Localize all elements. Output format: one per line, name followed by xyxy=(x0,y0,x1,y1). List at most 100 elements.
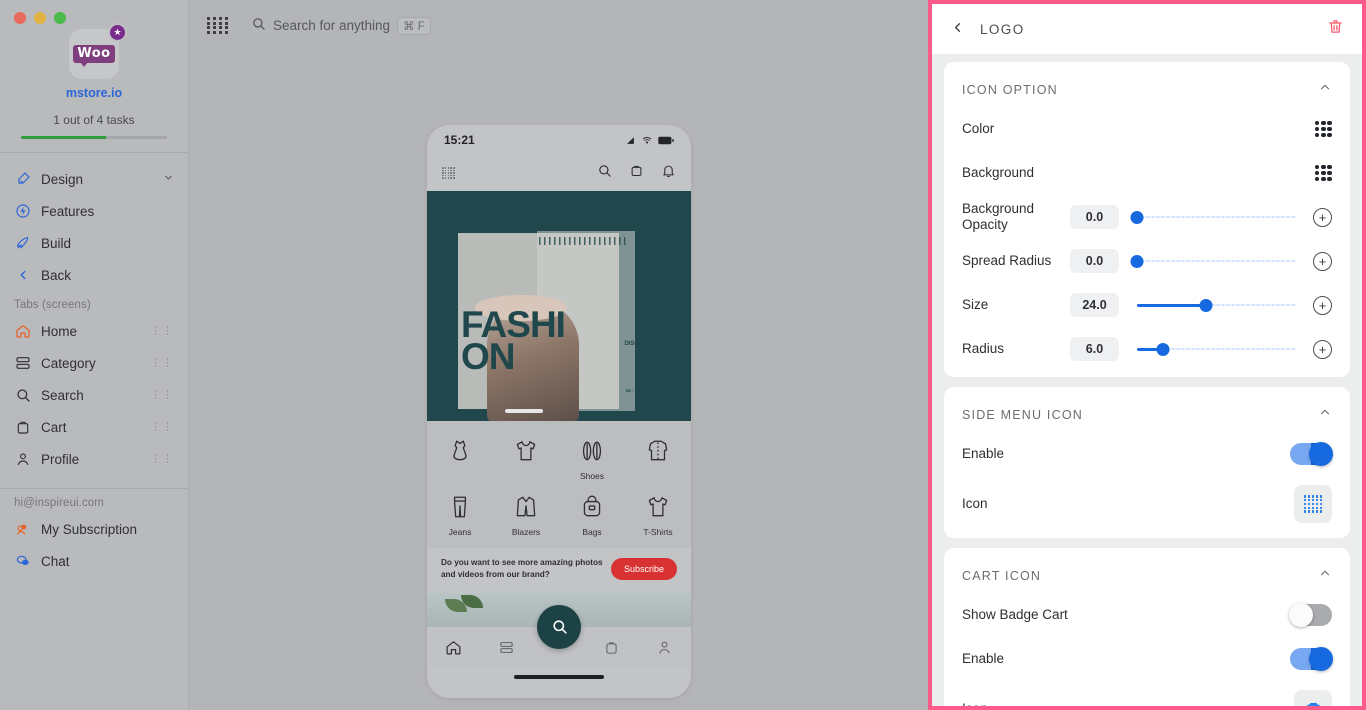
color-flower-icon[interactable] xyxy=(1315,121,1332,138)
category-item-blazers[interactable]: Blazers xyxy=(493,490,559,546)
row-label: Background Opacity xyxy=(962,201,1070,234)
phone-tab-cart[interactable] xyxy=(585,639,638,656)
sidebar-item-build[interactable]: Build xyxy=(0,227,188,259)
color-flower-icon[interactable] xyxy=(1315,165,1332,182)
value-input[interactable]: 6.0 xyxy=(1070,337,1119,361)
phone-preview: 15:21 xyxy=(427,125,691,698)
phone-tab-category[interactable] xyxy=(480,639,533,656)
phone-app-bar xyxy=(427,155,691,191)
section-header[interactable]: ICON OPTION xyxy=(944,66,1350,107)
plus-circle-icon[interactable]: + xyxy=(1313,208,1332,227)
sidebar-item-profile[interactable]: Profile ⋮⋮ xyxy=(0,443,188,475)
subscription-icon xyxy=(14,521,31,537)
slider-thumb[interactable] xyxy=(1199,299,1212,312)
drag-handle-icon[interactable]: ⋮⋮ xyxy=(150,456,174,462)
search-input[interactable]: Search for anything ⌘ F xyxy=(251,16,431,36)
sidebar-item-home[interactable]: Home ⋮⋮ xyxy=(0,315,188,347)
sidebar-item-category[interactable]: Category ⋮⋮ xyxy=(0,347,188,379)
category-item-jeans[interactable]: Jeans xyxy=(427,490,493,546)
chevron-down-icon[interactable] xyxy=(163,172,174,186)
sidebar-item-design[interactable]: Design xyxy=(0,163,188,195)
plus-circle-icon[interactable]: + xyxy=(1313,340,1332,359)
toggle-cart-enable[interactable] xyxy=(1290,648,1332,670)
value-input[interactable]: 24.0 xyxy=(1070,293,1119,317)
sidebar-item-search[interactable]: Search ⋮⋮ xyxy=(0,379,188,411)
toggle-side-menu-enable[interactable] xyxy=(1290,443,1332,465)
row-label: Background xyxy=(962,165,1070,181)
search-fab-icon[interactable] xyxy=(537,605,581,649)
sidebar-item-my-subscription[interactable]: My Subscription xyxy=(0,513,188,545)
hero-indicator xyxy=(505,409,543,413)
minimize-button[interactable] xyxy=(34,12,46,24)
dot-grid-icon xyxy=(1304,495,1323,513)
hero-title: FASHION xyxy=(461,309,565,373)
slider-radius[interactable] xyxy=(1137,340,1297,358)
value-input[interactable]: 0.0 xyxy=(1070,205,1119,229)
drag-handle-icon[interactable]: ⋮⋮ xyxy=(150,424,174,430)
phone-tab-profile[interactable] xyxy=(638,639,691,656)
trash-icon[interactable] xyxy=(1327,18,1344,40)
slider-track xyxy=(1137,260,1297,262)
sidebar-item-cart[interactable]: Cart ⋮⋮ xyxy=(0,411,188,443)
slider-background-opacity[interactable] xyxy=(1137,208,1297,226)
slider-spread-radius[interactable] xyxy=(1137,252,1297,270)
slider-size[interactable] xyxy=(1137,296,1297,314)
app-logo-wrap[interactable]: Woo ★ xyxy=(69,29,119,79)
category-item-dress[interactable] xyxy=(427,434,493,490)
category-item-tshirts[interactable]: T-Shirts xyxy=(625,490,691,546)
sidebar-item-back[interactable]: Back xyxy=(0,259,188,291)
cart-icon[interactable] xyxy=(629,163,644,183)
section-header[interactable]: SIDE MENU ICON xyxy=(944,391,1350,432)
sidebar-item-label: Design xyxy=(41,172,83,187)
search-shortcut-badge: ⌘ F xyxy=(397,17,431,35)
section-icon-option: ICON OPTION Color Background xyxy=(944,62,1350,377)
chevron-up-icon[interactable] xyxy=(1318,80,1332,99)
category-label: T-Shirts xyxy=(625,527,691,537)
plus-circle-icon[interactable]: + xyxy=(1313,252,1332,271)
toggle-show-badge-cart[interactable] xyxy=(1290,604,1332,626)
sidebar-item-label: Home xyxy=(41,324,77,339)
zoom-button[interactable] xyxy=(54,12,66,24)
search-icon xyxy=(251,16,266,36)
hero-discount-text: DISC 30% OFF xyxy=(624,341,666,347)
search-icon[interactable] xyxy=(597,163,612,183)
subscribe-button[interactable]: Subscribe xyxy=(611,558,677,580)
phone-tab-bar xyxy=(427,627,691,669)
chevron-left-icon[interactable] xyxy=(950,20,965,38)
store-name-link[interactable]: mstore.io xyxy=(0,86,188,100)
section-header[interactable]: CART ICON xyxy=(944,552,1350,593)
drag-handle-icon[interactable]: ⋮⋮ xyxy=(150,392,174,398)
chevron-up-icon[interactable] xyxy=(1318,566,1332,585)
phone-tab-home[interactable] xyxy=(427,639,480,656)
row-label: Size xyxy=(962,297,1070,313)
row-label: Icon xyxy=(962,496,1070,512)
slider-thumb[interactable] xyxy=(1131,255,1144,268)
bell-icon[interactable] xyxy=(661,163,676,183)
icon-picker-cart[interactable] xyxy=(1294,690,1332,710)
category-label: Shoes xyxy=(559,471,625,481)
category-item-tshirt[interactable] xyxy=(493,434,559,490)
apps-grid-icon[interactable] xyxy=(207,15,229,37)
row-size: Size 24.0 + xyxy=(944,283,1350,327)
category-item-bags[interactable]: Bags xyxy=(559,490,625,546)
icon-picker-side-menu[interactable] xyxy=(1294,485,1332,523)
wifi-icon xyxy=(641,135,653,145)
logo-dots-icon[interactable] xyxy=(442,167,455,179)
category-item-jacket[interactable] xyxy=(625,434,691,490)
row-label: Radius xyxy=(962,341,1070,357)
slider-thumb[interactable] xyxy=(1156,343,1169,356)
category-item-shoes[interactable]: Shoes xyxy=(559,434,625,490)
hero-banner[interactable]: FASHION SPECIAL OFFER DISC 30% OFF 16 - … xyxy=(427,191,691,421)
sidebar-item-chat[interactable]: Chat xyxy=(0,545,188,577)
close-button[interactable] xyxy=(14,12,26,24)
chevron-up-icon[interactable] xyxy=(1318,405,1332,424)
drag-handle-icon[interactable]: ⋮⋮ xyxy=(150,360,174,366)
value-input[interactable]: 0.0 xyxy=(1070,249,1119,273)
category-row-1: Shoes xyxy=(427,434,691,490)
home-indicator-bar xyxy=(514,675,604,679)
pro-star-badge: ★ xyxy=(108,23,127,42)
plus-circle-icon[interactable]: + xyxy=(1313,296,1332,315)
drag-handle-icon[interactable]: ⋮⋮ xyxy=(150,328,174,334)
sidebar-item-features[interactable]: Features xyxy=(0,195,188,227)
slider-thumb[interactable] xyxy=(1131,211,1144,224)
